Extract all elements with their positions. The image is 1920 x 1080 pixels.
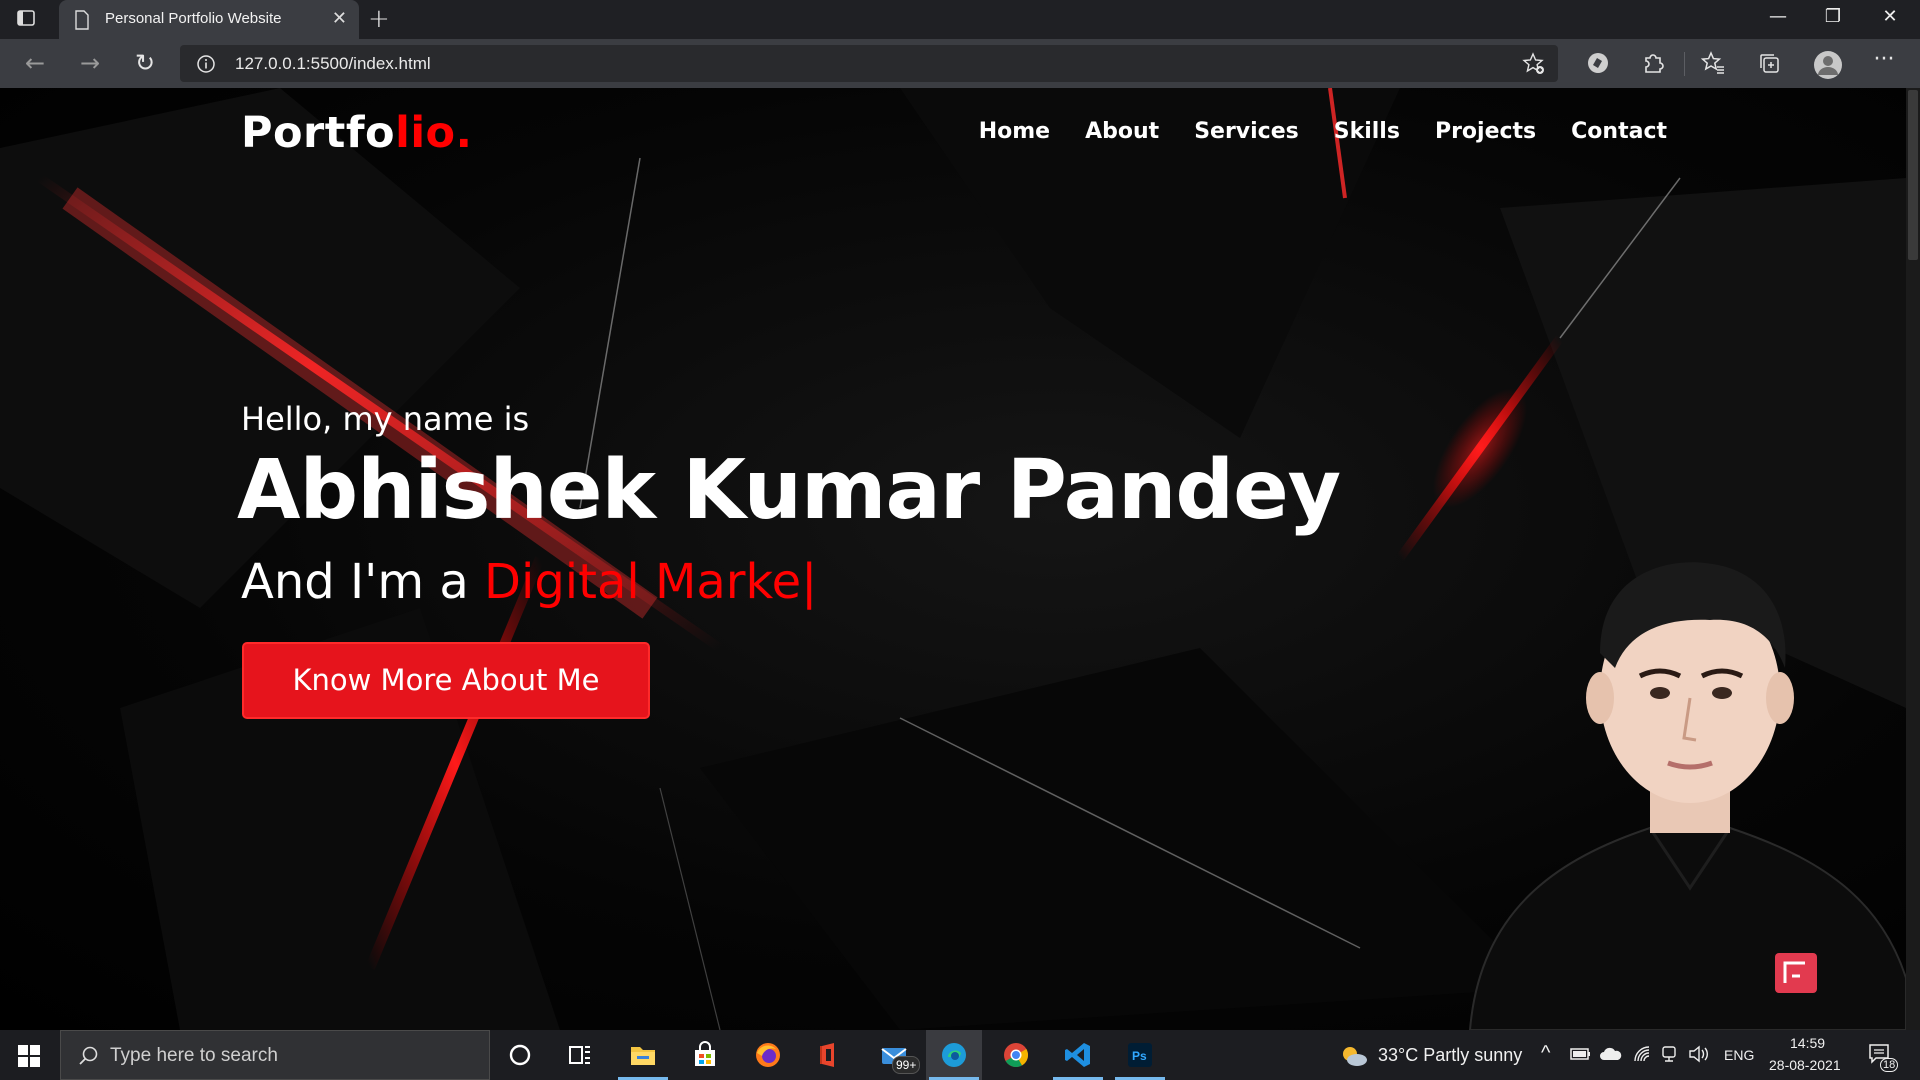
windows-start-icon[interactable] <box>18 1045 40 1071</box>
browser-toolbar: ← → ↻ 127.0.0.1:5500/index.html ··· <box>0 39 1920 88</box>
mail-icon[interactable]: 99+ <box>866 1030 922 1080</box>
extension-icon[interactable] <box>1585 50 1613 78</box>
nav-link-contact[interactable]: Contact <box>1571 119 1667 144</box>
toolbar-divider <box>1684 52 1685 76</box>
language-indicator[interactable]: ENG <box>1724 1047 1754 1063</box>
weather-text[interactable]: 33°C Partly sunny <box>1378 1045 1522 1066</box>
refresh-icon[interactable]: ↻ <box>132 51 158 77</box>
window-close-icon[interactable]: ✕ <box>1870 6 1910 34</box>
forward-icon[interactable]: → <box>77 51 103 77</box>
favorites-icon[interactable] <box>1700 50 1728 78</box>
logo-text: Portfo <box>241 108 396 158</box>
role-line: And I'm a Digital Marke| <box>241 554 817 610</box>
nav-link-projects[interactable]: Projects <box>1435 119 1536 144</box>
tab-title: Personal Portfolio Website <box>105 10 282 27</box>
close-tab-icon[interactable]: ✕ <box>332 8 347 29</box>
notification-count: 18 <box>1880 1058 1899 1072</box>
browser-tab-active[interactable]: Personal Portfolio Website ✕ <box>59 0 359 39</box>
clock-time[interactable]: 14:59 <box>1790 1035 1825 1051</box>
page-viewport: Portfolio. Home About Services Skills Pr… <box>0 88 1920 1030</box>
nav-link-skills[interactable]: Skills <box>1334 119 1400 144</box>
profile-avatar-icon[interactable] <box>1813 50 1842 79</box>
taskbar-search[interactable]: Type here to search <box>60 1030 490 1080</box>
cortana-icon[interactable] <box>492 1030 548 1080</box>
battery-icon[interactable] <box>1570 1046 1592 1066</box>
add-favorite-icon[interactable] <box>1522 52 1546 80</box>
hero-name: Abhishek Kumar Pandey <box>237 443 1341 538</box>
office-icon[interactable] <box>801 1030 857 1080</box>
know-more-button[interactable]: Know More About Me <box>242 642 650 719</box>
url-text[interactable]: 127.0.0.1:5500/index.html <box>235 54 431 74</box>
onedrive-icon[interactable] <box>1599 1046 1623 1066</box>
scrollbar-thumb[interactable] <box>1908 90 1918 260</box>
wifi-icon[interactable] <box>1633 1045 1653 1067</box>
mail-badge: 99+ <box>892 1056 921 1074</box>
info-icon[interactable] <box>196 54 216 78</box>
task-view-icon[interactable] <box>552 1030 608 1080</box>
search-placeholder: Type here to search <box>110 1045 278 1066</box>
address-bar[interactable]: 127.0.0.1:5500/index.html <box>180 45 1558 82</box>
restore-icon[interactable]: ❐ <box>1813 6 1853 34</box>
profile-photo <box>1468 562 1906 1030</box>
typed-role-text: Digital Marke <box>484 554 802 610</box>
weather-icon[interactable] <box>1340 1044 1368 1072</box>
meet-now-icon[interactable] <box>1660 1045 1680 1067</box>
nav-link-home[interactable]: Home <box>979 119 1050 144</box>
main-nav: Home About Services Skills Projects Cont… <box>979 119 1667 144</box>
store-icon[interactable] <box>677 1030 733 1080</box>
more-options-icon[interactable]: ··· <box>1870 49 1898 78</box>
tab-actions-icon[interactable] <box>16 8 44 32</box>
edge-icon[interactable] <box>926 1030 982 1080</box>
nav-link-services[interactable]: Services <box>1194 119 1299 144</box>
collections-icon[interactable] <box>1756 50 1784 78</box>
search-icon <box>77 1045 99 1071</box>
greeting-text: Hello, my name is <box>241 400 530 438</box>
puzzle-icon[interactable] <box>1640 50 1668 78</box>
page-icon <box>74 10 90 34</box>
vscode-icon[interactable] <box>1050 1030 1106 1080</box>
photoshop-icon[interactable]: Ps <box>1112 1030 1168 1080</box>
back-icon[interactable]: ← <box>22 51 48 77</box>
clock-date[interactable]: 28-08-2021 <box>1769 1057 1841 1073</box>
taskbar: Type here to search 99+ Ps 33°C Partly s… <box>0 1030 1920 1080</box>
site-logo[interactable]: Portfolio. <box>241 108 472 158</box>
firefox-icon[interactable] <box>740 1030 796 1080</box>
svg-text:Ps: Ps <box>1132 1049 1147 1063</box>
tab-strip: Personal Portfolio Website ✕ + — ❐ ✕ <box>0 0 1920 39</box>
logo-accent-text: lio. <box>395 108 473 158</box>
file-explorer-icon[interactable] <box>615 1030 671 1080</box>
show-hidden-icons-icon[interactable]: ^ <box>1541 1042 1550 1065</box>
minimize-icon[interactable]: — <box>1758 6 1798 34</box>
chrome-icon[interactable] <box>988 1030 1044 1080</box>
page-scrollbar[interactable] <box>1906 88 1920 1030</box>
typing-cursor: | <box>801 554 818 610</box>
role-prefix: And I'm a <box>241 554 485 610</box>
volume-icon[interactable] <box>1688 1045 1710 1067</box>
new-tab-icon[interactable]: + <box>368 4 390 34</box>
nav-link-about[interactable]: About <box>1085 119 1159 144</box>
